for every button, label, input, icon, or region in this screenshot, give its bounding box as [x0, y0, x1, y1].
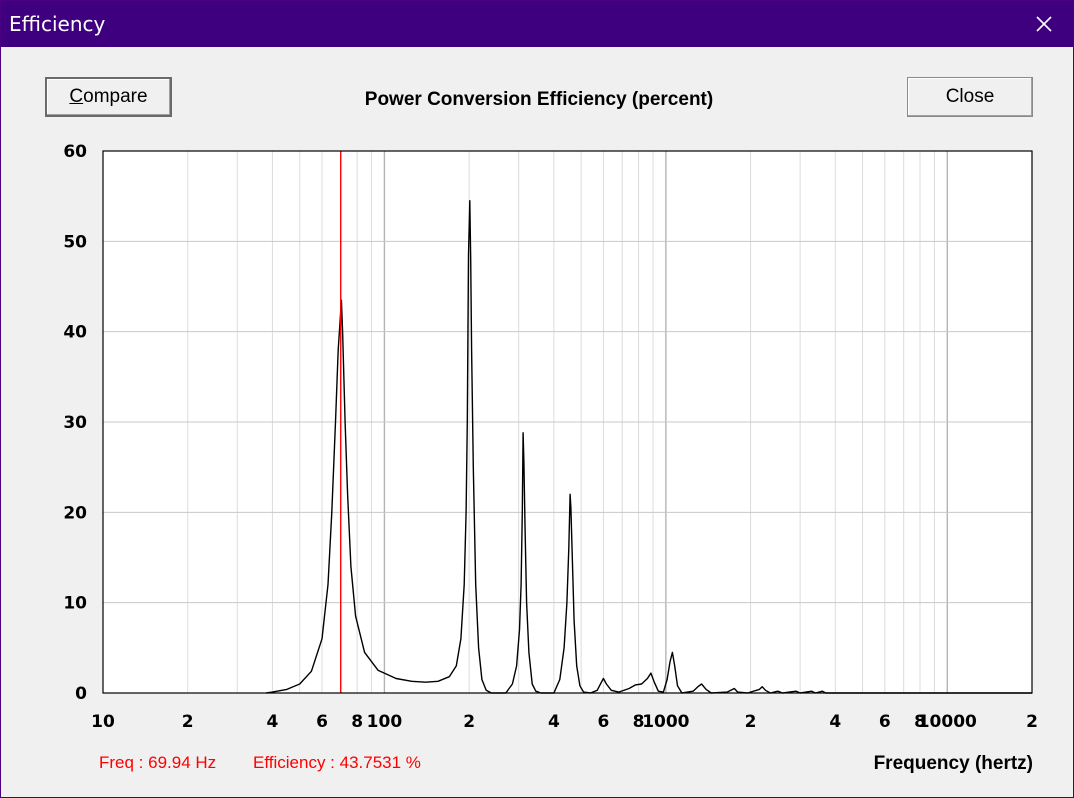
- y-tick-label: 30: [63, 413, 87, 433]
- x-tick-label: 2: [1026, 712, 1038, 732]
- x-tick-label: 10000: [918, 712, 977, 732]
- frequency-readout: Freq : 69.94 Hz: [99, 753, 217, 772]
- efficiency-readout: Efficiency : 43.7531 %: [253, 753, 421, 772]
- y-tick-label: 10: [63, 594, 87, 614]
- y-tick-label: 0: [75, 684, 87, 704]
- x-tick-label: 1000: [642, 712, 689, 732]
- x-tick-label: 6: [597, 712, 609, 732]
- x-tick-label: 4: [548, 712, 560, 732]
- y-tick-label: 60: [63, 142, 87, 162]
- x-tick-label: 2: [463, 712, 475, 732]
- y-tick-label: 40: [63, 323, 87, 343]
- efficiency-window: Efficiency Compare Power Conversion Effi…: [0, 0, 1074, 798]
- x-axis-label: Frequency (hertz): [873, 753, 1033, 774]
- x-tick-label: 6: [879, 712, 891, 732]
- x-tick-label: 6: [316, 712, 328, 732]
- y-tick-label: 50: [63, 232, 87, 252]
- x-tick-label: 2: [182, 712, 194, 732]
- x-tick-label: 8: [351, 712, 363, 732]
- efficiency-chart: 010203040506010 2 4 6 8 100 2 4 6 81000 2 4 6 810000 2: [63, 142, 1038, 732]
- y-tick-label: 20: [63, 503, 87, 523]
- x-tick-label: 4: [829, 712, 841, 732]
- x-tick-label: 2: [745, 712, 757, 732]
- x-tick-label: 10: [91, 712, 115, 732]
- x-tick-label: 4: [267, 712, 279, 732]
- x-tick-label: 100: [367, 712, 403, 732]
